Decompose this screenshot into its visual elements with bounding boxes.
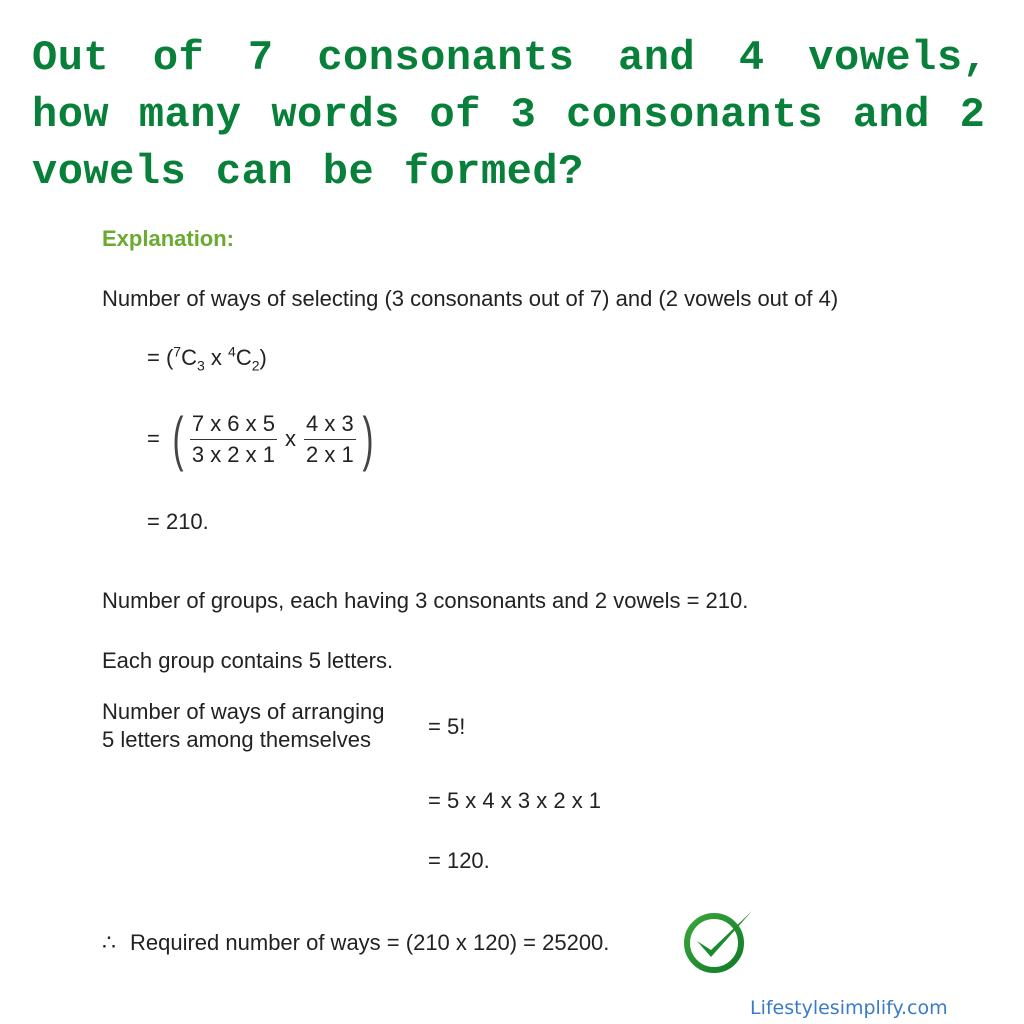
final-answer-text: Required number of ways = (210 x 120) = … [130, 930, 610, 955]
comb-times: x [204, 345, 229, 370]
comb-prefix: = ( [147, 345, 174, 370]
comb-suffix: ) [259, 345, 267, 370]
arrange-label-line-2: 5 letters among themselves [102, 727, 372, 752]
comb-r2: 2 [251, 357, 260, 374]
arrange-eq-factorial: = 5! [428, 714, 466, 739]
step-selecting: Number of ways of selecting (3 consonant… [102, 286, 839, 311]
comb-c2: C [235, 345, 252, 370]
arrange-label: Number of ways of arranging 5 letters am… [102, 698, 384, 754]
fraction-1: 7 x 6 x 5 3 x 2 x 1 [189, 409, 277, 470]
fraction-2-numerator: 4 x 3 [304, 409, 356, 440]
combination-expression: = (7C3 x 4C2) [147, 343, 267, 374]
question-line-3: vowels can be formed? [32, 148, 584, 196]
comb-n1: 7 [173, 343, 182, 360]
footer-site-link[interactable]: Lifestylesimplify.com [750, 997, 948, 1019]
question-line-2: how many words of 3 consonants and 2 [32, 91, 986, 139]
step-letters: Each group contains 5 letters. [102, 648, 394, 673]
question-line-1: Out of 7 consonants and 4 vowels, [32, 34, 989, 82]
check-circle-icon [684, 911, 752, 973]
fraction-1-denominator: 3 x 2 x 1 [191, 441, 275, 467]
arrange-label-line-1: Number of ways of arranging [102, 699, 385, 724]
comb-r1: 3 [196, 357, 205, 374]
fraction-2: 4 x 3 2 x 1 [304, 409, 356, 470]
arrange-eq-product: = 5 x 4 x 3 x 2 x 1 [428, 788, 602, 813]
arrange-eq-result: = 120. [428, 848, 490, 873]
step-groups: Number of groups, each having 3 consonan… [102, 588, 749, 613]
right-paren: ) [362, 405, 374, 472]
fraction-2-denominator: 2 x 1 [306, 441, 354, 467]
comb-c1: C [181, 345, 197, 370]
left-paren: ( [172, 405, 184, 472]
fraction-1-numerator: 7 x 6 x 5 [189, 409, 277, 440]
fraction-expression: = ( 7 x 6 x 5 3 x 2 x 1 x 4 x 3 2 x 1 ) [147, 404, 378, 474]
fraction-times: x [285, 426, 296, 451]
explanation-heading: Explanation: [102, 226, 235, 251]
fraction-equals: = [147, 426, 160, 451]
result-210: = 210. [147, 509, 209, 534]
therefore-symbol: ∴ [102, 930, 116, 955]
comb-n2: 4 [228, 343, 236, 360]
final-answer: ∴ Required number of ways = (210 x 120) =… [102, 930, 609, 956]
question-title: Out of 7 consonants and 4 vowels, how ma… [32, 30, 1002, 201]
